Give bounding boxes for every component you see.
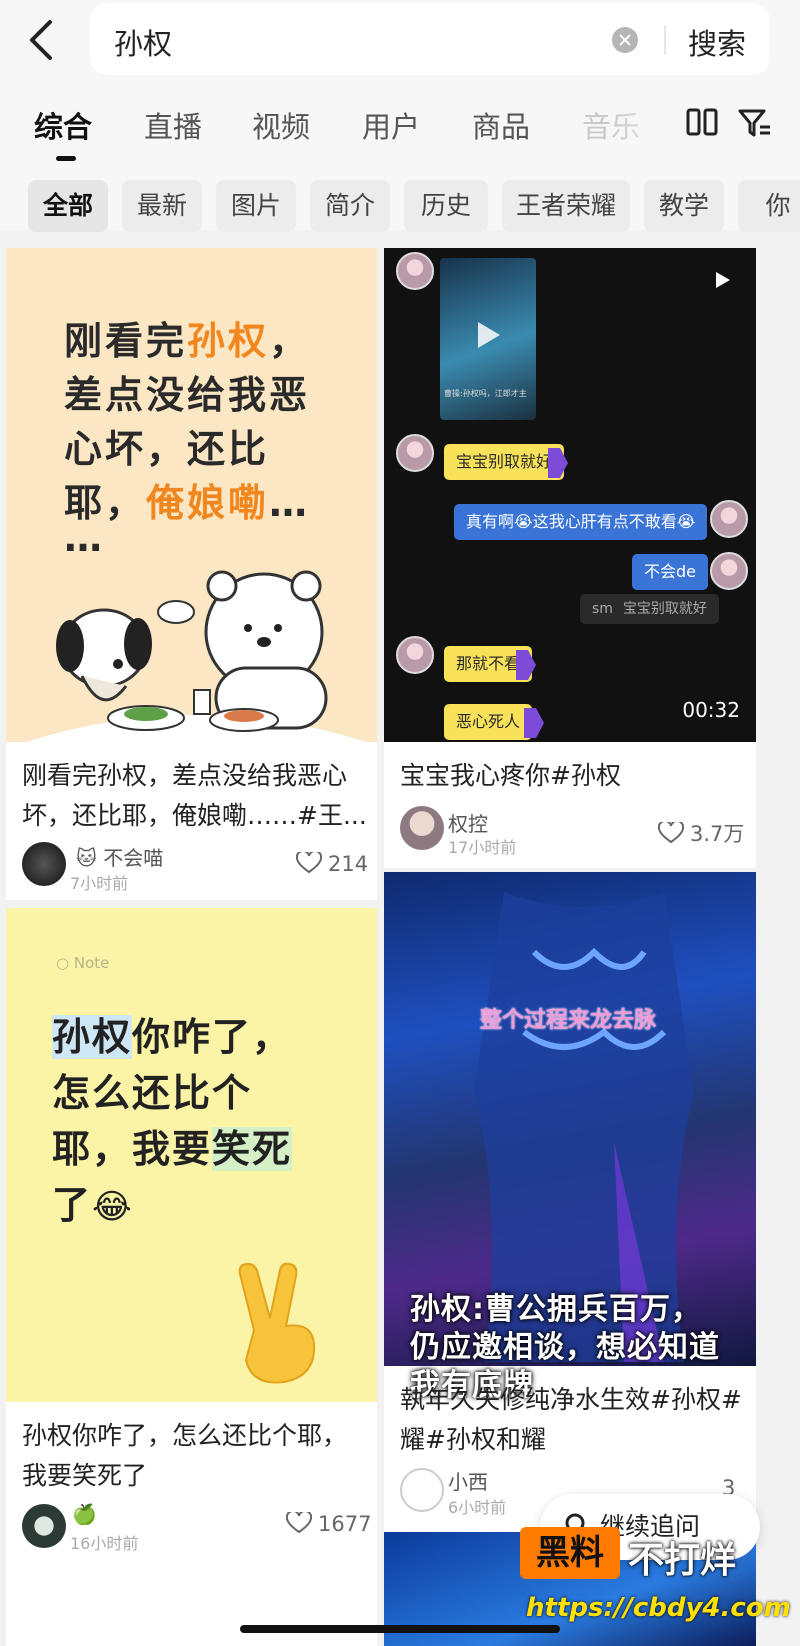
chip-images[interactable]: 图片 (216, 180, 296, 232)
chat-avatar (710, 500, 748, 538)
chip-more[interactable]: 你 (738, 180, 800, 232)
like-count[interactable]: 1677 (286, 1512, 371, 1536)
feed-card[interactable]: 曹操:孙权吗，江郎才主 宝宝别取就好 真有啊😭这我心肝有点不敢看😭 不会de s… (384, 248, 756, 868)
tab-comprehensive[interactable]: 综合 (34, 104, 92, 146)
cover-text-line: 心坏，还比 (64, 427, 270, 471)
note-label: ○ Note (56, 954, 110, 972)
cover-text-line: 怎么还比个 (52, 1071, 253, 1115)
card-title: 我要笑死了 (22, 1461, 148, 1490)
tab-users[interactable]: 用户 (362, 104, 420, 146)
search-divider (664, 25, 666, 55)
active-tab-indicator (56, 156, 76, 161)
post-time: 6小时前 (448, 1498, 507, 1517)
chat-avatar (710, 552, 748, 590)
chat-avatar (396, 434, 434, 472)
video-subtitle: 整个过程来龙去脉 (480, 1008, 657, 1033)
search-button[interactable]: 搜索 (688, 21, 746, 63)
tab-fade-overlay (610, 100, 690, 160)
avatar[interactable] (22, 842, 66, 886)
chat-message: 宝宝别取就好 (444, 444, 565, 480)
search-input[interactable]: 孙权 (114, 21, 172, 63)
chip-history[interactable]: 历史 (404, 180, 488, 232)
like-count[interactable]: 3.7万 (658, 818, 744, 848)
watermark-text: 不打烊 (628, 1540, 737, 1581)
watermark: 黑料 不打烊 https://cbdy4.com (520, 1527, 791, 1637)
card-title: 孙权你咋了，怎么还比个耶， (22, 1421, 348, 1450)
cover-text-line: 了😂 (52, 1183, 134, 1227)
search-box[interactable]: 孙权 搜索 (90, 3, 770, 75)
post-time: 17小时前 (448, 838, 517, 857)
card-title: 執年久失修纯净水生效#孙权# (400, 1385, 742, 1414)
play-icon (478, 322, 500, 348)
avatar[interactable] (22, 1504, 66, 1548)
chip-latest[interactable]: 最新 (122, 180, 202, 232)
feed-card[interactable]: 刚看完孙权， 差点没给我恶 心坏，还比 耶，俺娘嘞… … 刚看完孙权，差点没给我… (6, 248, 377, 900)
home-indicator (240, 1625, 560, 1633)
filter-chips: 全部 最新 图片 简介 历史 王者荣耀 教学 你 (0, 180, 800, 234)
author-name[interactable]: 权控 (448, 808, 488, 837)
chip-tutorial[interactable]: 教学 (644, 180, 724, 232)
video-cover: 曹操:孙权吗，江郎才主 宝宝别取就好 真有啊😭这我心肝有点不敢看😭 不会de s… (384, 248, 756, 742)
cover-text-line: 刚看完孙权， (64, 319, 311, 363)
chip-honor-of-kings[interactable]: 王者荣耀 (502, 180, 630, 232)
chip-intro[interactable]: 简介 (310, 180, 390, 232)
grid-layout-icon[interactable] (686, 108, 718, 136)
author-name[interactable]: 小西 (448, 1466, 488, 1495)
card-cover-image: 刚看完孙权， 差点没给我恶 心坏，还比 耶，俺娘嘞… … (6, 248, 377, 742)
card-title: 坏，还比耶，俺娘嘞……#王... (22, 801, 367, 830)
chat-message: 真有啊😭这我心肝有点不敢看😭 (454, 504, 708, 540)
video-duration: 00:32 (682, 698, 740, 722)
heart-icon[interactable] (296, 852, 322, 874)
search-header: 孙权 搜索 综合 直播 视频 用户 商品 音乐 全部 最新 图片 简介 历史 王… (0, 0, 800, 232)
victory-hand-icon (238, 1262, 316, 1384)
filter-icon[interactable] (738, 108, 772, 138)
avatar[interactable] (400, 806, 444, 850)
watermark-url: https://cbdy4.com (526, 1593, 791, 1623)
chat-avatar (396, 636, 434, 674)
card-cover-image: ○ Note 孙权你咋了， 怎么还比个 耶，我要笑死 了😂 (6, 908, 377, 1402)
chat-tag (524, 708, 544, 738)
author-name[interactable]: 🐱 不会喵 (76, 842, 163, 871)
feed-card[interactable]: ○ Note 孙权你咋了， 怎么还比个 耶，我要笑死 了😂 孙权你咋了，怎么还比… (6, 908, 377, 1646)
play-icon (716, 272, 730, 288)
embedded-video-thumbnail: 曹操:孙权吗，江郎才主 (440, 258, 536, 420)
author-name[interactable]: 🍏 (72, 1502, 97, 1526)
embedded-video-caption: 曹操:孙权吗，江郎才主 (444, 389, 527, 398)
result-tabs: 综合 直播 视频 用户 商品 音乐 (0, 100, 800, 170)
chat-tag (516, 650, 536, 680)
chat-message: 恶心死人 (444, 704, 533, 740)
chat-avatar (396, 252, 434, 290)
heart-icon[interactable] (658, 822, 684, 844)
cover-text-line: … (64, 516, 105, 560)
chat-message: 不会de (632, 554, 709, 590)
chat-tag (548, 448, 568, 478)
dog-and-bear-illustration (26, 570, 366, 742)
cover-text-line: 差点没给我恶 (64, 373, 311, 417)
avatar[interactable] (400, 1468, 444, 1512)
chat-quote: sm 宝宝别取就好 (580, 594, 719, 624)
cover-text-line: 耶，我要笑死 (52, 1127, 293, 1171)
clear-icon[interactable] (612, 27, 638, 53)
like-count[interactable]: 214 (296, 852, 368, 876)
back-arrow-icon[interactable] (22, 18, 62, 62)
card-title: 宝宝我心疼你#孙权 (400, 761, 621, 790)
card-cover-image: 整个过程来龙去脉 孙权:曹公拥兵百万， 仍应邀相谈，想必知道 我有底牌 (384, 872, 756, 1403)
post-time: 7小时前 (70, 874, 129, 893)
tab-video[interactable]: 视频 (252, 104, 310, 146)
card-title: 刚看完孙权，差点没给我恶心 (22, 761, 348, 790)
cover-text-line: 孙权你咋了， (52, 1015, 293, 1059)
watermark-logo: 黑料 (520, 1527, 620, 1579)
tab-live[interactable]: 直播 (144, 104, 202, 146)
tab-goods[interactable]: 商品 (472, 104, 530, 146)
post-time: 16小时前 (70, 1534, 139, 1553)
chip-all[interactable]: 全部 (28, 180, 108, 232)
heart-icon[interactable] (286, 1512, 312, 1534)
card-title: 耀#孙权和耀 (400, 1425, 546, 1454)
